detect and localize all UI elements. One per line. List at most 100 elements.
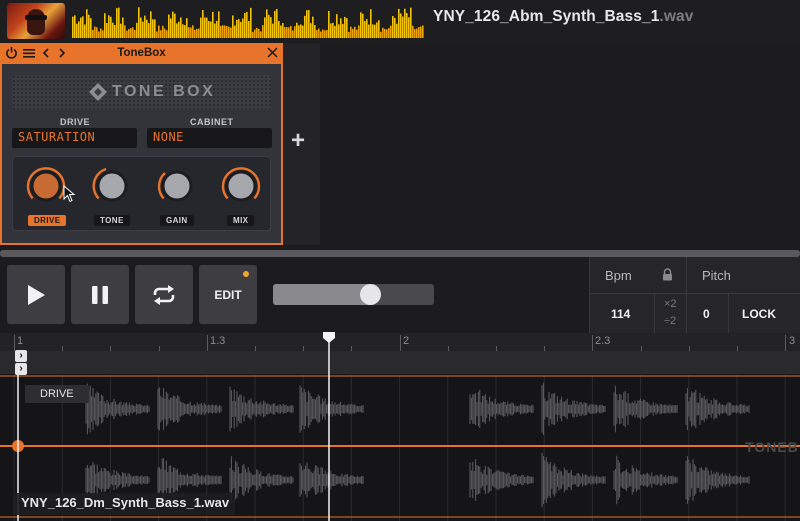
album-art-thumbnail[interactable] [7,3,65,39]
waveform-bar [112,22,114,38]
volume-slider[interactable] [273,284,434,305]
waveform-bar [244,12,246,38]
waveform-bar [290,25,292,38]
plugin-watermark: TONEB [745,439,799,455]
waveform-bar [128,29,130,38]
waveform-bar [194,29,196,38]
collapse-icon[interactable]: › [15,363,27,375]
drive-type-display[interactable]: SATURATION [12,128,137,148]
waveform-bar [224,25,226,38]
waveform-bar [242,18,244,38]
waveform-bar [160,30,162,38]
waveform-bar [192,25,194,38]
half-tempo-button[interactable]: ÷2 [664,315,676,327]
waveform-bar [376,22,378,38]
waveform-bar [116,8,118,38]
loop-button[interactable] [135,265,193,324]
waveform-bar [164,28,166,38]
waveform-bar [108,15,110,38]
volume-slider-thumb[interactable] [360,284,381,305]
cabinet-section-label: CABINET [190,117,234,127]
file-title: YNY_126_Abm_Synth_Bass_1.wav [433,8,693,26]
mix-knob[interactable] [216,163,266,211]
waveform-bar [78,21,80,38]
mouse-cursor-icon [63,185,76,203]
gain-knob[interactable] [152,163,202,211]
waveform-bar [76,23,78,38]
ruler-marker: 1.3 [210,335,226,347]
waveform-bar [220,25,222,38]
playhead[interactable] [322,331,336,521]
waveform-bar [166,30,168,38]
bpm-value-field[interactable]: 114 [590,294,655,333]
drive-section-label: DRIVE [60,117,91,127]
ruler-tick [207,335,208,351]
waveform-bar [186,18,188,38]
pitch-lock-button[interactable]: LOCK [729,294,800,333]
close-icon[interactable] [267,46,278,64]
edit-label: EDIT [214,288,242,302]
waveform-bar [318,28,320,38]
waveform-bar [410,7,412,38]
waveform-bar [142,21,144,38]
waveform-bar [298,25,300,38]
clip-file-name: YNY_126_Dm_Synth_Bass_1.wav [15,493,236,515]
waveform-bar [110,16,112,38]
waveform-bar [256,27,258,38]
waveform-bar [82,16,84,38]
expand-icon[interactable]: › [15,350,27,362]
waveform-bar [262,25,264,38]
file-waveform-overview[interactable] [72,6,424,38]
waveform-bar [252,31,254,38]
tonebox-logo-icon [89,83,107,101]
automation-lane-label[interactable]: DRIVE [25,385,89,403]
waveform-bar [300,24,302,38]
waveform-bar [270,17,272,38]
waveform-bar [168,14,170,38]
pitch-value: 0 [703,307,710,321]
waveform-bar [72,16,74,38]
waveform-bar [170,18,172,38]
plugin-title: ToneBox [117,47,166,59]
add-plugin-button[interactable]: + [291,129,305,153]
waveform-bar [292,30,294,38]
tone-knob[interactable] [87,163,137,211]
waveform-bar [308,9,310,38]
waveform-bar [210,21,212,38]
pitch-header: Pitch [687,257,800,294]
waveform-bar [388,28,390,38]
edit-button[interactable]: EDIT [199,265,257,324]
waveform-bar [88,14,90,38]
waveform-bar [84,24,86,38]
ruler-tick [592,335,593,351]
waveform-bar [286,27,288,38]
waveform-bar [362,13,364,38]
edit-indicator-dot [243,271,249,277]
waveform-bar [214,23,216,38]
loop-icon [153,284,175,305]
waveform-bar [146,19,148,38]
waveform-bar [422,25,424,38]
waveform-bar [156,31,158,38]
waveform-bar [196,28,198,38]
waveform-bar [190,27,192,38]
waveform-bar [204,17,206,38]
waveform-bar [370,9,372,38]
waveform-bar [232,15,234,38]
waveform-bar [310,23,312,38]
lock-icon[interactable] [662,268,673,281]
waveform-bar [278,20,280,38]
double-tempo-button[interactable]: ×2 [664,298,677,310]
pitch-value-field[interactable]: 0 [687,294,729,333]
waveform-bar [230,27,232,38]
panel-resize-handle[interactable] [0,250,800,257]
waveform-bar [104,13,106,38]
pause-button[interactable] [71,265,129,324]
play-button[interactable] [7,265,65,324]
timeline-ruler[interactable]: 1 1.3 2 2.3 3 [0,333,800,351]
waveform-bar [348,31,350,38]
cabinet-type-display[interactable]: NONE [147,128,272,148]
waveform-bar [390,25,392,38]
waveform-bar [280,25,282,38]
waveform-bar [384,28,386,38]
